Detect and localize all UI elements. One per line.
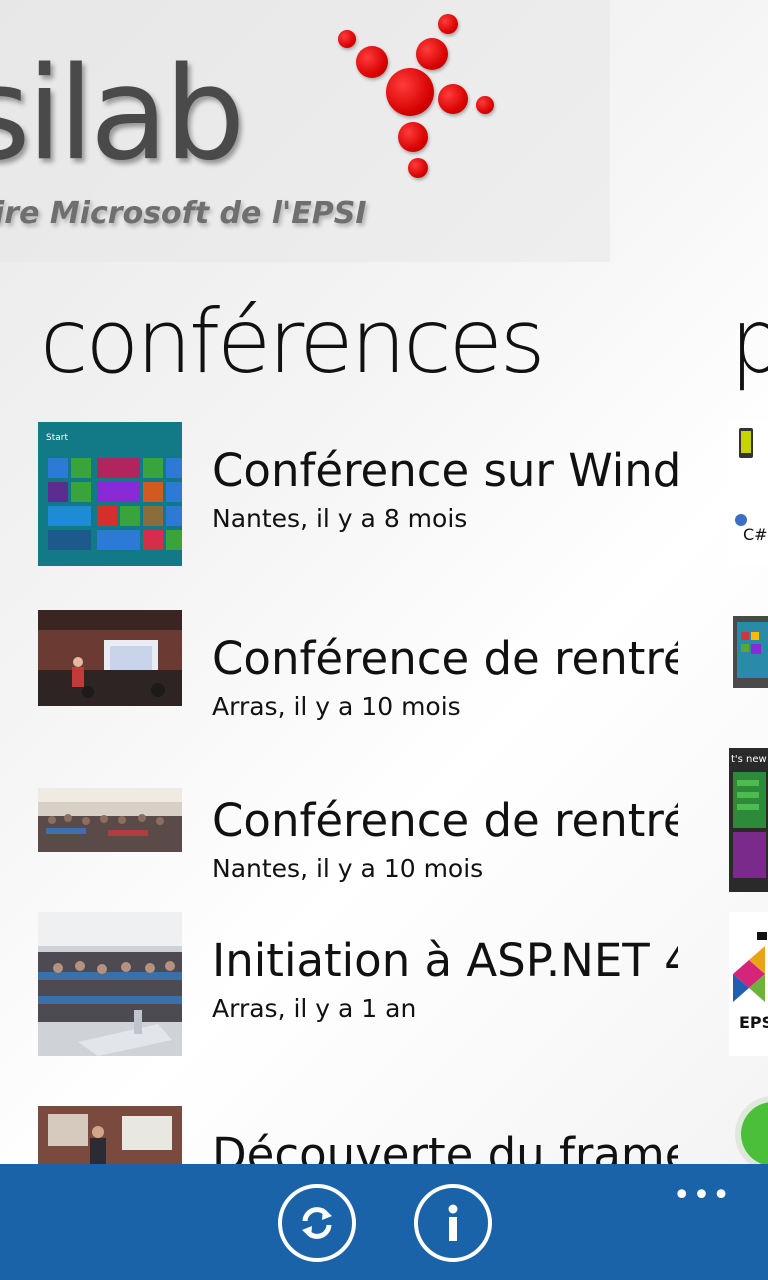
logo-dot — [398, 122, 428, 152]
info-icon — [448, 1204, 458, 1241]
logo-text: silab — [0, 40, 245, 189]
conference-thumbnail — [38, 610, 182, 706]
logo-dot — [356, 46, 388, 78]
logo-dot — [386, 68, 434, 116]
info-button[interactable] — [414, 1184, 492, 1262]
logo-dot — [438, 14, 458, 34]
app-logo: silab ire Microsoft de l'EPSI — [0, 0, 620, 262]
section-title-next[interactable]: p — [730, 290, 768, 393]
list-item[interactable]: Conférence de rentrée Arras, il y a 10 m… — [38, 610, 678, 754]
list-item[interactable]: Initiation à ASP.NET 4 Arras, il y a 1 a… — [38, 912, 678, 1056]
next-section-thumbnail[interactable] — [729, 1090, 768, 1164]
section-title-conferences[interactable]: conférences — [40, 290, 546, 393]
logo-dot — [416, 38, 448, 70]
logo-dot — [476, 96, 494, 114]
whats-new-label: t's new a — [731, 754, 768, 765]
svg-text:Start: Start — [46, 433, 68, 443]
conference-title: Conférence de rentrée — [212, 632, 678, 685]
csharp-label: C# — [743, 525, 768, 544]
app-bar: ••• — [0, 1164, 768, 1280]
logo-dot — [338, 30, 356, 48]
logo-dot — [408, 158, 428, 178]
conference-subtitle: Arras, il y a 1 an — [212, 994, 417, 1023]
refresh-button[interactable] — [278, 1184, 356, 1262]
conference-thumbnail — [38, 1106, 182, 1164]
conference-title: Initiation à ASP.NET 4 — [212, 934, 678, 987]
logo-dot — [438, 84, 468, 114]
conference-title: Conférence sur Windows — [212, 444, 678, 497]
conference-subtitle: Nantes, il y a 8 mois — [212, 504, 468, 533]
next-section-thumbnail[interactable]: C# — [729, 422, 768, 566]
list-item[interactable]: Start Conférence sur Wind Nantes, il y a… — [38, 422, 678, 566]
epsi-label: EPS — [739, 1013, 768, 1032]
conference-title: Conférence de rentrée — [212, 794, 678, 847]
next-section-thumbnail[interactable] — [729, 610, 768, 694]
logo-subtitle: ire Microsoft de l'EPSI — [0, 196, 367, 231]
conference-subtitle: Nantes, il y a 10 mois — [212, 854, 484, 883]
conference-subtitle: Arras, il y a 10 mois — [212, 692, 461, 721]
list-item[interactable]: Conférence de rentrée Nantes, il y a 10 … — [38, 772, 678, 916]
next-section-thumbnail[interactable]: t's new a — [729, 748, 768, 892]
conference-thumbnail — [38, 912, 182, 1056]
refresh-icon — [302, 1207, 332, 1239]
next-section-thumbnail[interactable]: EPS — [729, 912, 768, 1056]
conference-thumbnail — [38, 788, 182, 852]
conference-thumbnail: Start — [38, 422, 182, 566]
more-options-button[interactable]: ••• — [673, 1178, 732, 1213]
